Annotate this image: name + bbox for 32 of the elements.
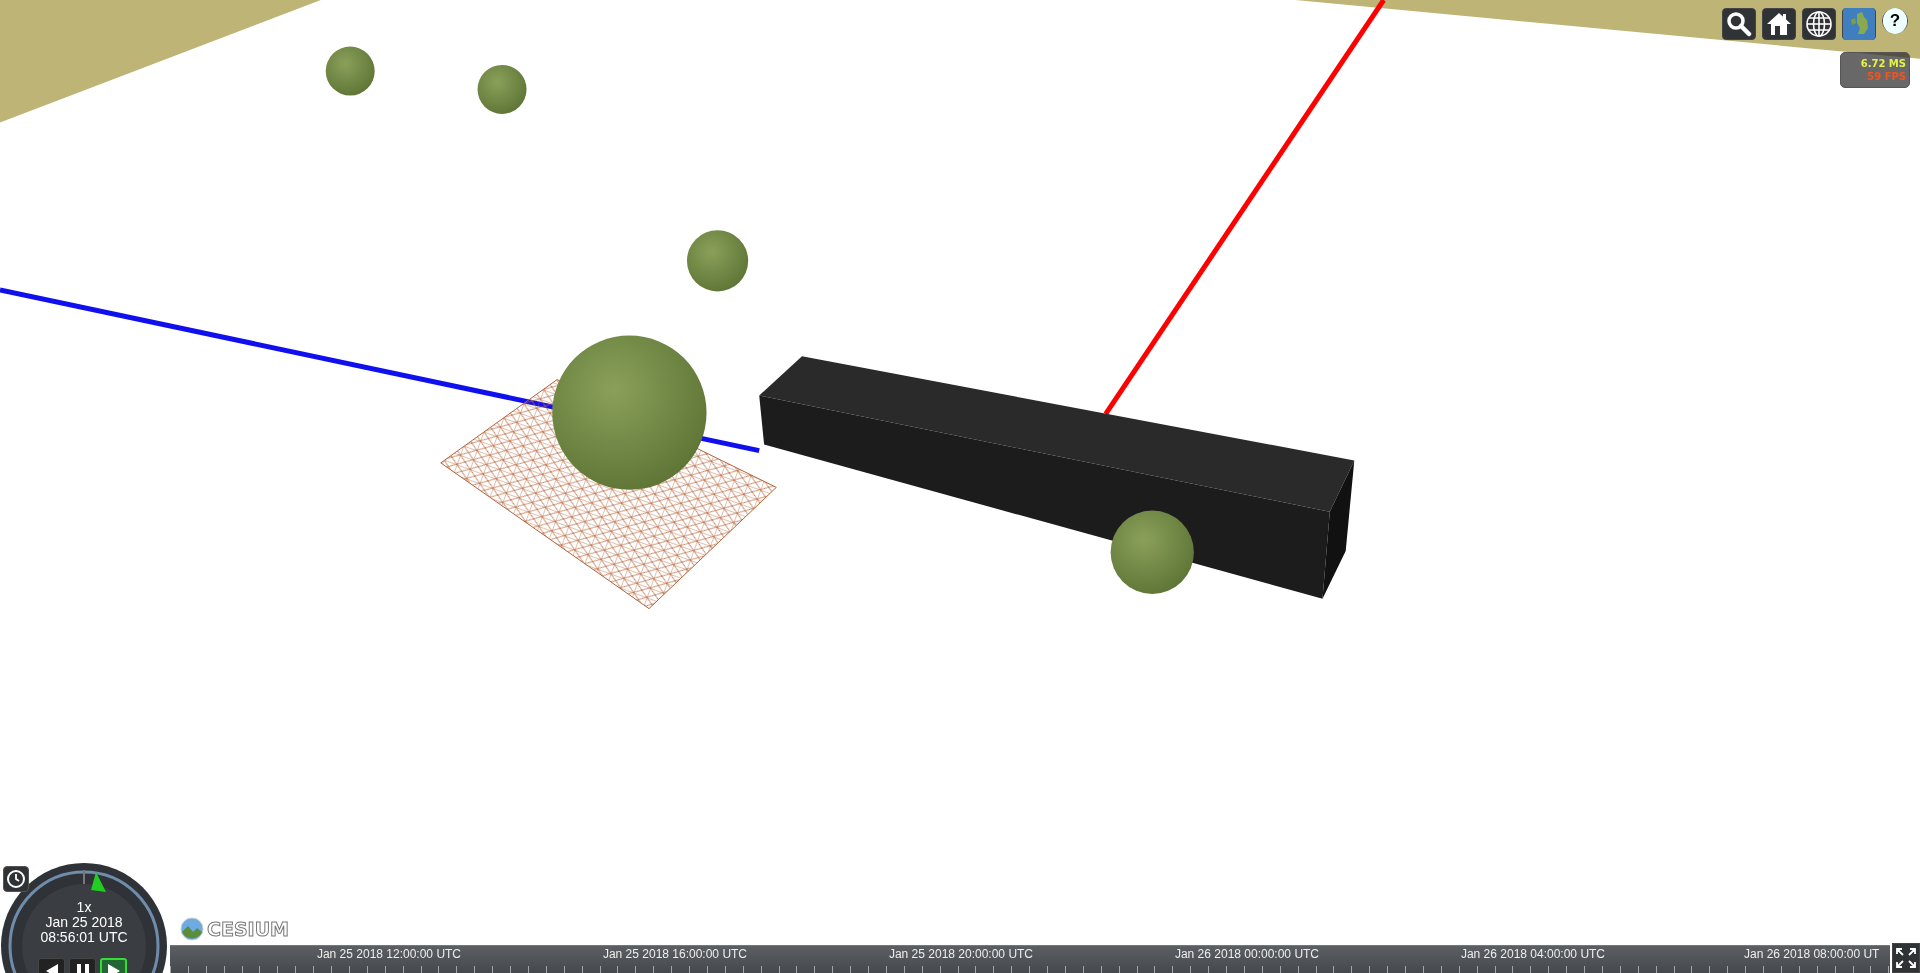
imagery-button[interactable] [1842,8,1876,40]
fps-text: 59 FPS [1867,70,1906,83]
search-button[interactable] [1722,8,1756,40]
frame-time-text: 6.72 MS [1860,57,1906,70]
sphere [477,64,527,114]
timeline-bar[interactable]: Jan 25 2018 12:00:00 UTC Jan 25 2018 16:00:00 UTC Jan 25 2018 20:00:00 UTC Jan 26 2018 00:00:00 UTC Jan 26 2018 04:00:00 UTC Jan 26 2018 08:00:00 UT [170,945,1890,973]
play-icon [106,962,121,973]
date-text: Jan 25 2018 [45,915,123,930]
fullscreen-icon [1896,948,1916,968]
sphere [325,46,375,96]
globe-icon [1805,10,1833,38]
timeline-label: Jan 25 2018 20:00:00 UTC [887,946,1035,962]
home-icon [1766,12,1792,36]
timeline-label: Jan 26 2018 04:00:00 UTC [1459,946,1607,962]
map-icon [1843,8,1875,40]
speed-text: 1x [76,900,92,915]
time-text: 08:56:01 UTC [40,930,128,945]
clock-button[interactable] [3,866,29,892]
logo-text: CESIUM [207,918,289,940]
timeline-label: Jan 25 2018 12:00:00 UTC [315,946,463,962]
timeline-label: Jan 25 2018 16:00:00 UTC [601,946,749,962]
search-icon [1726,11,1752,37]
globe-button[interactable] [1802,8,1836,40]
logo-icon [180,917,204,941]
sphere [686,230,749,292]
timeline-label: Jan 26 2018 00:00:00 UTC [1173,946,1321,962]
home-button[interactable] [1762,8,1796,40]
fullscreen-button[interactable] [1892,943,1920,973]
clock-icon [6,869,26,889]
pause-icon [76,962,89,973]
timeline-label: Jan 26 2018 08:00:00 UT [1743,946,1880,962]
reverse-icon [44,962,59,973]
